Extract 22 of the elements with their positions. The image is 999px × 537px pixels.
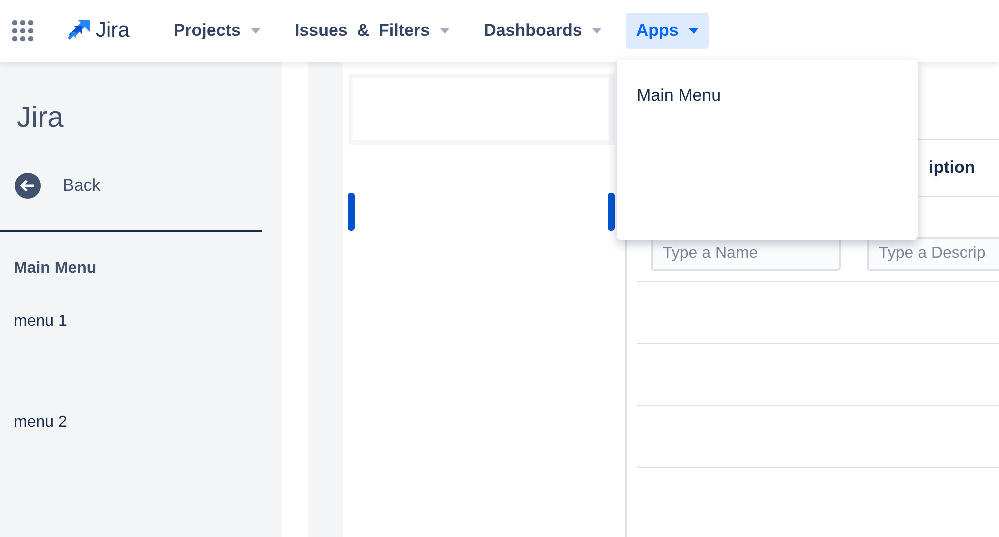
nav-tab[interactable]: Apps bbox=[626, 13, 709, 49]
app-grid-icon[interactable] bbox=[12, 20, 34, 42]
accent-bar bbox=[348, 193, 355, 231]
product-name: Jira bbox=[96, 19, 130, 43]
accent-bar bbox=[608, 193, 615, 231]
caret-icon bbox=[250, 28, 261, 34]
sidebar-item[interactable]: menu 1 bbox=[14, 311, 68, 333]
nav-tab[interactable]: Issues & Filters bbox=[284, 13, 460, 49]
caret-icon bbox=[440, 28, 450, 34]
column-header: iption bbox=[928, 157, 976, 179]
nav-tab[interactable]: Dashboards bbox=[474, 13, 612, 49]
section-heading: Main Menu bbox=[14, 260, 98, 278]
sidebar-item[interactable]: menu 2 bbox=[14, 412, 68, 434]
filter-field[interactable]: Type a Name bbox=[651, 237, 841, 271]
back-button[interactable]: Back bbox=[15, 173, 101, 199]
nav-tab[interactable]: Projects bbox=[164, 13, 271, 49]
filter-field[interactable]: Type a Descrip bbox=[867, 237, 999, 271]
logo-icon bbox=[68, 20, 90, 42]
sidebar-title: Jira bbox=[17, 102, 65, 135]
menu-item[interactable]: Main Menu bbox=[637, 86, 722, 106]
caret-icon bbox=[592, 28, 602, 34]
caret-icon bbox=[688, 28, 699, 34]
